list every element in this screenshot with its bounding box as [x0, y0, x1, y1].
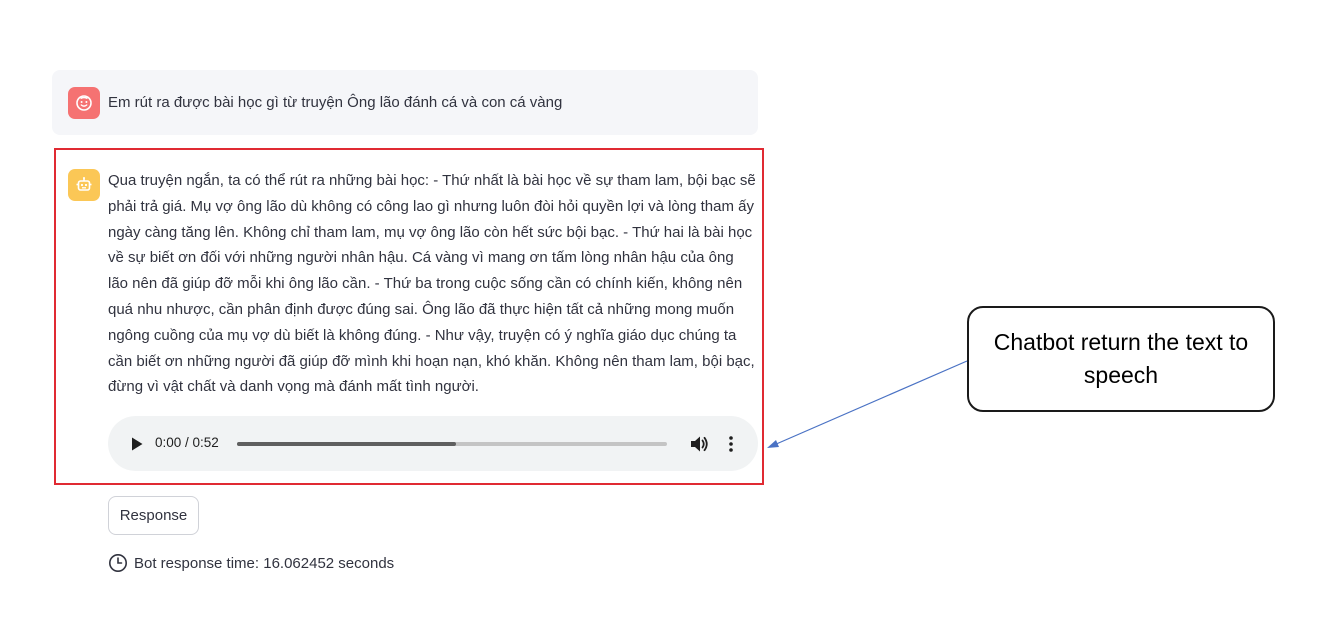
face-icon [76, 95, 92, 111]
response-button[interactable]: Response [108, 496, 199, 535]
highlight-box [54, 148, 764, 485]
response-time: Bot response time: 16.062452 seconds [108, 553, 394, 573]
callout-text: Chatbot return the text to speech [993, 329, 1249, 388]
user-message: Em rút ra được bài học gì từ truyện Ông … [52, 70, 758, 135]
user-avatar [68, 87, 100, 119]
user-message-text: Em rút ra được bài học gì từ truyện Ông … [108, 94, 563, 111]
annotation-callout: Chatbot return the text to speech [967, 306, 1275, 412]
response-time-text: Bot response time: 16.062452 seconds [134, 554, 395, 572]
clock-icon [109, 554, 127, 572]
